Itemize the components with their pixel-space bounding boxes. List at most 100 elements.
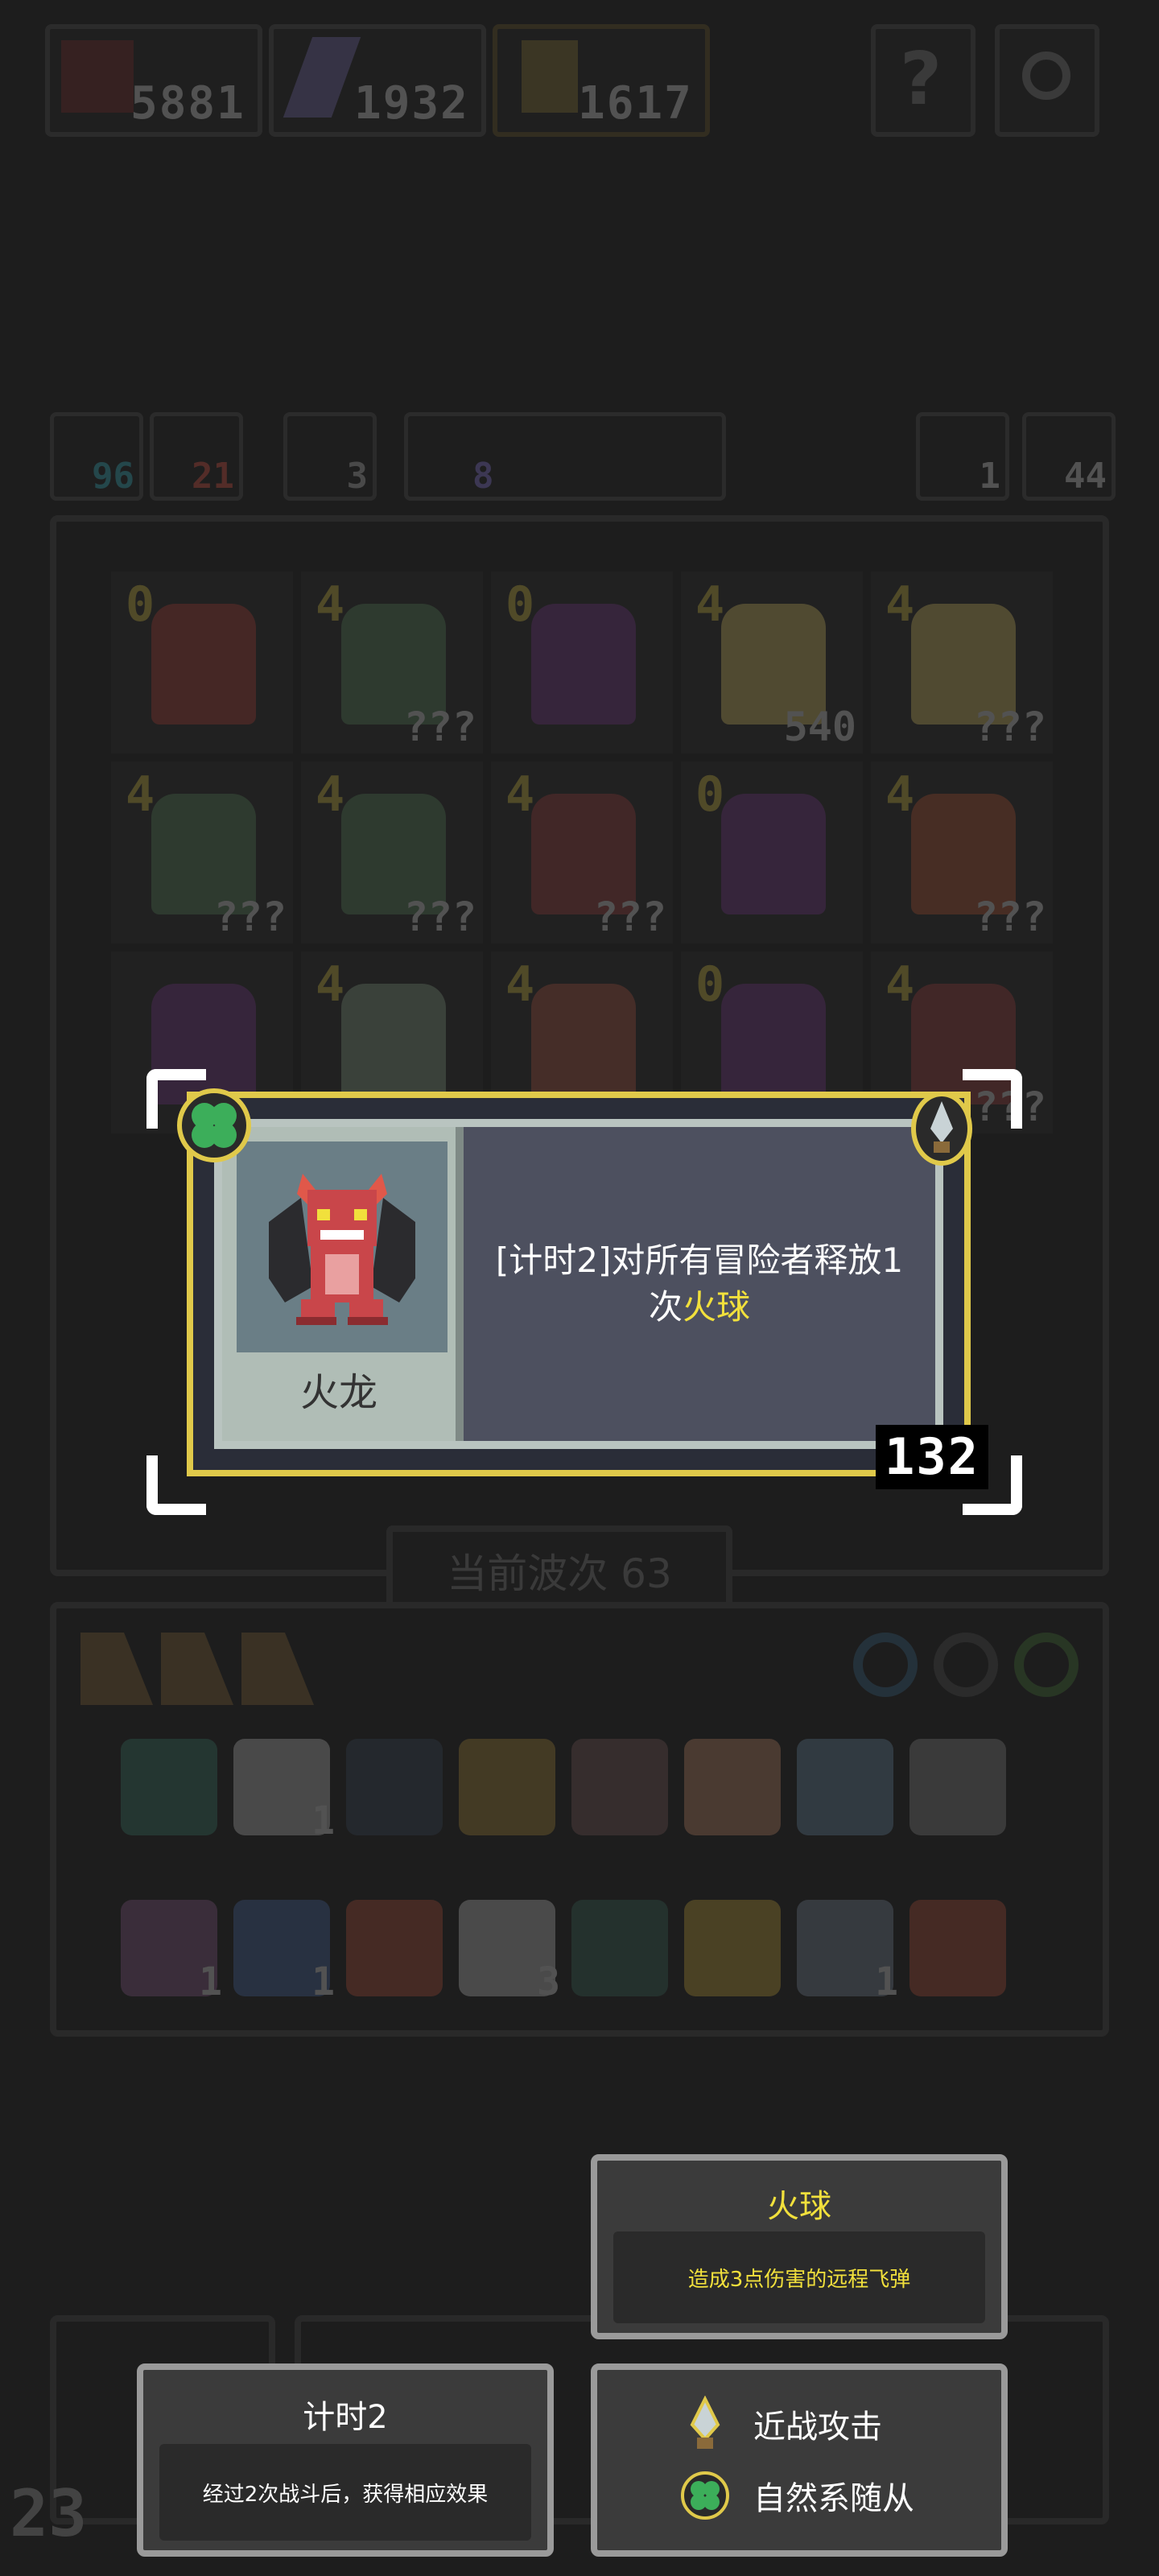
desc-highlight-fireball[interactable]: 火球: [683, 1287, 750, 1327]
unit-value: ???: [403, 894, 476, 940]
resource-lightning-value: 1932: [354, 77, 469, 130]
melee-dagger-icon: [690, 2396, 720, 2449]
grid-cell[interactable]: 4???: [301, 572, 483, 753]
card-description: [计时2]对所有冒险者释放1次火球: [464, 1127, 935, 1441]
help-button[interactable]: ?: [871, 24, 975, 137]
nature-clover-icon: [681, 2471, 729, 2520]
fireball-tooltip: 火球 造成3点伤害的远程飞弹: [591, 2154, 1008, 2339]
stat-health: 21: [150, 412, 243, 501]
tab-1-icon[interactable]: [80, 1633, 153, 1705]
card-frame: 火龙 [计时2]对所有冒险者释放1次火球: [187, 1092, 971, 1476]
fireball-tooltip-title: 火球: [767, 2188, 831, 2225]
stat-health-value: 21: [192, 456, 234, 497]
bone-icon[interactable]: 1: [233, 1739, 335, 1843]
feather-icon[interactable]: [797, 1739, 893, 1835]
stat-energy-value: 8: [472, 456, 494, 497]
dagger-icon[interactable]: [911, 1092, 972, 1166]
fire-tome-icon[interactable]: [909, 1900, 1006, 1996]
corner-tr: [963, 1069, 1022, 1129]
unit-sprite: [721, 984, 826, 1104]
unit-level: 4: [316, 956, 345, 1013]
unit-level: 4: [505, 956, 535, 1013]
grid-cell[interactable]: 4 540: [681, 572, 863, 753]
unit-level: 4: [316, 766, 345, 823]
hourglass-icon[interactable]: 1: [233, 1900, 335, 2004]
shield-icon[interactable]: [346, 1739, 443, 1835]
wand-icon[interactable]: [684, 1900, 781, 1996]
unit-level: 4: [885, 766, 915, 823]
stat-swords-value: 3: [346, 456, 369, 497]
nature-tag: 自然系随从: [681, 2471, 914, 2520]
orb-green-icon[interactable]: [1014, 1633, 1079, 1697]
item-count: 1: [311, 1798, 335, 1843]
wings-icon[interactable]: 3: [459, 1900, 560, 2004]
card-description-text: [计时2]对所有冒险者释放1次火球: [480, 1237, 919, 1331]
tab-2-icon[interactable]: [161, 1633, 233, 1705]
orb-blue-icon[interactable]: [853, 1633, 918, 1697]
resource-hammer: 1617: [493, 24, 710, 137]
stat-energy: 8: [404, 412, 726, 501]
key-count: 44: [1064, 456, 1107, 497]
grid-cell[interactable]: 0: [111, 572, 293, 753]
unit-sprite: [341, 984, 446, 1104]
unit-sprite: [531, 604, 636, 724]
flask-icon[interactable]: [571, 1739, 668, 1835]
bell-icon[interactable]: [571, 1900, 668, 1996]
tags-tooltip: 近战攻击 自然系随从: [591, 2363, 1008, 2557]
lightning-icon: [283, 37, 361, 118]
melee-tag-label: 近战攻击: [753, 2409, 882, 2446]
grid-cell[interactable]: 0: [681, 762, 863, 943]
clover-icon[interactable]: [177, 1088, 251, 1162]
fireball-tooltip-body: 造成3点伤害的远程飞弹: [613, 2231, 985, 2323]
unit-sprite: [721, 794, 826, 914]
fire-book-icon[interactable]: [346, 1900, 443, 1996]
item-count: 3: [537, 1959, 560, 2004]
unit-level: 0: [505, 576, 535, 633]
melee-tag: 近战攻击: [681, 2396, 882, 2452]
settings-button[interactable]: [995, 24, 1099, 137]
item-count: 1: [199, 1959, 222, 2004]
grid-cell[interactable]: 4???: [301, 762, 483, 943]
refresh-count: 1: [979, 456, 1001, 497]
key-counter: 44: [1022, 412, 1116, 501]
unit-value: ???: [213, 894, 287, 940]
tab-3-icon[interactable]: [241, 1633, 314, 1705]
timer-tooltip-title: 计时2: [303, 2399, 388, 2436]
card-body: 火龙 [计时2]对所有冒险者释放1次火球: [214, 1119, 943, 1449]
demon-head-icon: [61, 40, 134, 113]
grid-cell[interactable]: 4???: [491, 762, 673, 943]
refresh-button[interactable]: 1: [916, 412, 1009, 501]
unit-value: ???: [973, 704, 1046, 750]
trophy-icon[interactable]: [459, 1739, 555, 1835]
potion-icon[interactable]: [121, 1739, 217, 1835]
hammer-icon: [522, 40, 578, 113]
unit-level: 4: [505, 766, 535, 823]
unit-value: 540: [783, 704, 856, 750]
pig-icon[interactable]: [684, 1739, 781, 1835]
scroll-icon[interactable]: 1: [121, 1900, 222, 2004]
orb-dark-icon[interactable]: [934, 1633, 998, 1697]
resource-lightning: 1932: [269, 24, 486, 137]
gear-icon: [1022, 52, 1070, 100]
grid-cell[interactable]: 0: [491, 572, 673, 753]
item-count: 1: [311, 1959, 335, 2004]
unit-value: ???: [593, 894, 666, 940]
unit-sprite: [531, 984, 636, 1104]
timer-tooltip: 计时2 经过2次战斗后，获得相应效果: [137, 2363, 554, 2557]
mirror-icon[interactable]: [909, 1739, 1006, 1835]
grid-cell[interactable]: 4???: [871, 572, 1053, 753]
anchor-icon[interactable]: 1: [797, 1900, 898, 2004]
grid-cell[interactable]: 4???: [871, 762, 1053, 943]
card-name: 火龙: [299, 1370, 377, 1415]
card-portrait: 火龙: [222, 1127, 464, 1441]
unit-value: ???: [403, 704, 476, 750]
resource-demon: 5881: [45, 24, 262, 137]
unit-level: 4: [695, 576, 725, 633]
unit-level: 4: [126, 766, 155, 823]
unit-sprite: [151, 604, 256, 724]
item-count: 1: [875, 1959, 898, 2004]
unit-level: 0: [695, 956, 725, 1013]
resource-hammer-value: 1617: [578, 77, 693, 130]
unit-level: 4: [316, 576, 345, 633]
grid-cell[interactable]: 4???: [111, 762, 293, 943]
